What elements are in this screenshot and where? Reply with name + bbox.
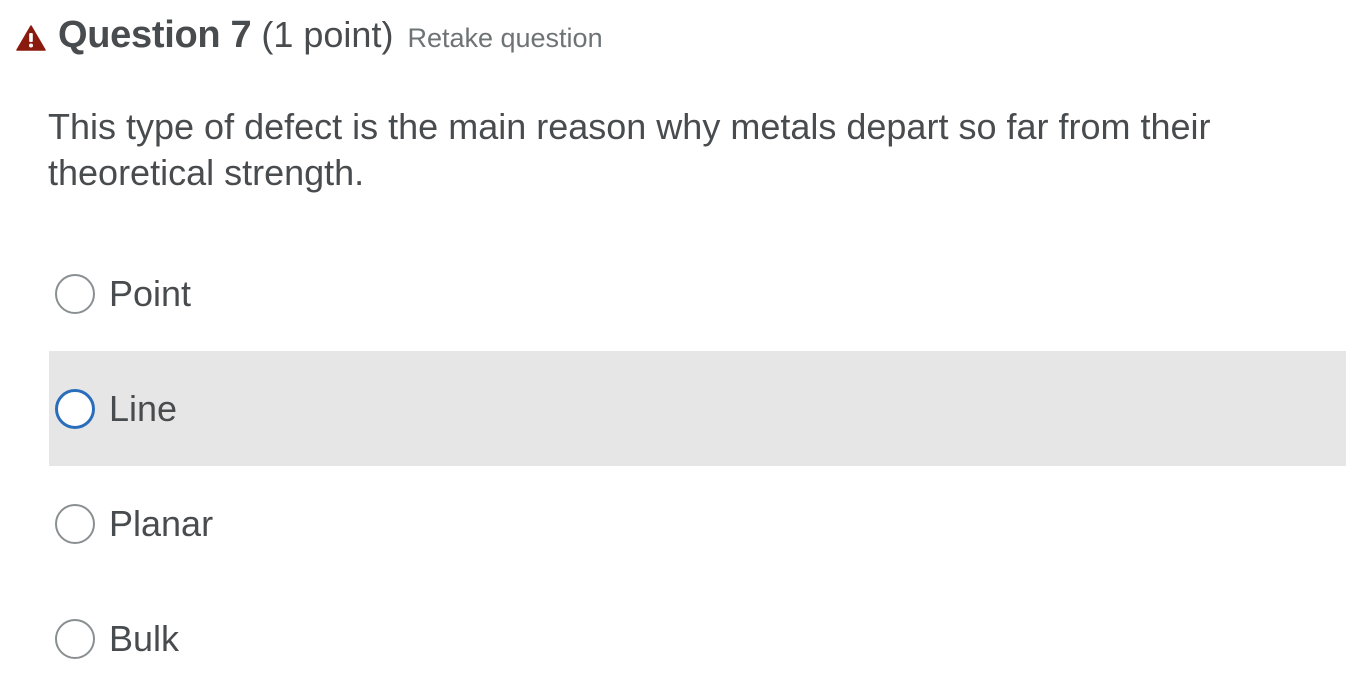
option-planar[interactable]: Planar (49, 466, 1346, 581)
warning-triangle-icon (16, 25, 46, 51)
question-header: Question 7 (1 point) Retake question (16, 14, 603, 57)
option-label-line: Line (109, 387, 178, 429)
option-point[interactable]: Point (49, 236, 1346, 351)
option-label-point: Point (109, 272, 192, 314)
answer-options: Point Line Planar Bulk (49, 236, 1346, 696)
question-title: Question 7 (58, 14, 252, 56)
retake-question-link[interactable]: Retake question (407, 23, 602, 54)
option-line[interactable]: Line (49, 351, 1346, 466)
option-bulk[interactable]: Bulk (49, 581, 1346, 696)
radio-button-planar[interactable] (55, 503, 95, 544)
question-text: This type of defect is the main reason w… (48, 106, 1211, 193)
option-label-planar: Planar (109, 502, 214, 544)
option-label-bulk: Bulk (109, 617, 180, 659)
question-points: (1 point) (261, 14, 394, 55)
radio-button-bulk[interactable] (55, 618, 95, 659)
radio-button-point[interactable] (55, 273, 95, 314)
radio-button-line[interactable] (55, 388, 95, 429)
